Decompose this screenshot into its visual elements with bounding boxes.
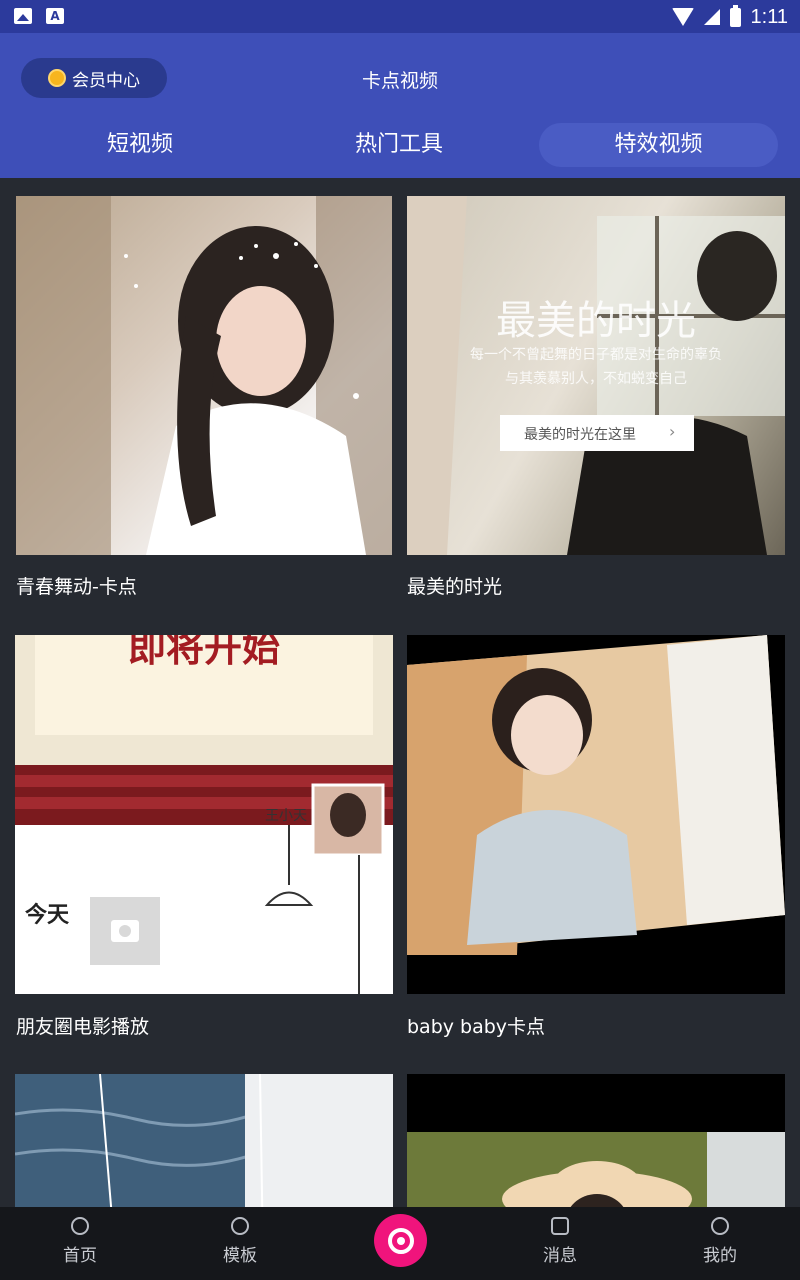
- sea-photo-illustration: [15, 1074, 393, 1207]
- thumb-name: 王小天: [265, 808, 307, 824]
- nav-templates[interactable]: 模板: [200, 1217, 280, 1266]
- cinema-illustration: [15, 635, 393, 994]
- nav-label: 首页: [63, 1246, 97, 1266]
- battery-icon: [729, 4, 741, 27]
- thumb-banner: 即将开始: [127, 635, 280, 670]
- bottom-navigation: 首页 模板 消息 我的: [0, 1207, 800, 1280]
- thumb-today: 今天: [25, 903, 70, 928]
- app-header: 会员中心 卡点视频 短视频 热门工具 特效视频: [0, 33, 800, 178]
- template-title: baby baby卡点: [407, 1016, 546, 1038]
- gallery-notification-icon: [14, 8, 32, 24]
- chevron-right-icon: ›: [669, 422, 676, 441]
- template-title: 朋友圈电影播放: [16, 1016, 150, 1038]
- template-title: 最美的时光: [407, 576, 503, 598]
- template-title: 青春舞动-卡点: [16, 576, 137, 598]
- template-thumbnail[interactable]: [407, 635, 785, 994]
- signal-icon: [703, 9, 720, 25]
- clock: 1:11: [750, 5, 788, 28]
- nav-label: 消息: [543, 1246, 577, 1266]
- nav-label: 我的: [703, 1246, 737, 1266]
- template-thumbnail[interactable]: [407, 1074, 785, 1207]
- thumb-line2: 与其羡慕别人，不如蜕变自己: [505, 371, 687, 387]
- template-card[interactable]: baby baby卡点: [400, 618, 800, 1058]
- message-icon: [551, 1217, 569, 1235]
- thumb-headline: 最美的时光: [496, 298, 696, 344]
- app-notification-icon: A: [46, 8, 64, 24]
- template-thumbnail[interactable]: [15, 1074, 393, 1207]
- template-card[interactable]: 青春舞动-卡点: [0, 178, 400, 618]
- template-card[interactable]: [400, 1058, 800, 1207]
- status-bar: A 1:11: [0, 0, 800, 33]
- nav-label: 模板: [223, 1246, 257, 1266]
- record-button[interactable]: [374, 1214, 427, 1267]
- sunhat-photo-illustration: [407, 1074, 785, 1207]
- template-card[interactable]: [0, 1058, 400, 1207]
- home-icon: [71, 1217, 89, 1235]
- tab-effect-video[interactable]: 特效视频: [539, 123, 778, 167]
- camera-record-icon: [387, 1227, 414, 1254]
- tab-hot-tools[interactable]: 热门工具: [279, 123, 519, 167]
- nav-profile[interactable]: 我的: [680, 1217, 760, 1266]
- thumb-button-text: 最美的时光在这里: [524, 427, 636, 443]
- thumb-line1: 每一个不曾起舞的日子都是对生命的辜负: [470, 347, 722, 363]
- nav-messages[interactable]: 消息: [520, 1217, 600, 1266]
- template-thumbnail[interactable]: 即将开始 王小天 今天: [15, 635, 393, 994]
- template-thumbnail[interactable]: [16, 196, 392, 555]
- template-grid: 青春舞动-卡点 最美的时光 每一个不曾起舞的日子都是对生命的辜负 与其羡慕别人，…: [0, 178, 800, 1207]
- tab-bar: 短视频 热门工具 特效视频: [0, 123, 800, 167]
- template-card[interactable]: 即将开始 王小天 今天 朋友圈电影播放: [0, 618, 400, 1058]
- portrait-illustration: [16, 196, 392, 555]
- nav-home[interactable]: 首页: [40, 1217, 120, 1266]
- tilted-photo-illustration: [407, 635, 785, 955]
- template-thumbnail[interactable]: 最美的时光 每一个不曾起舞的日子都是对生命的辜负 与其羡慕别人，不如蜕变自己 最…: [407, 196, 785, 555]
- tab-short-video[interactable]: 短视频: [20, 123, 260, 167]
- template-icon: [231, 1217, 249, 1235]
- profile-icon: [711, 1217, 729, 1235]
- page-title: 卡点视频: [361, 70, 438, 92]
- template-card[interactable]: 最美的时光 每一个不曾起舞的日子都是对生命的辜负 与其羡慕别人，不如蜕变自己 最…: [400, 178, 800, 618]
- wifi-icon: [671, 8, 694, 26]
